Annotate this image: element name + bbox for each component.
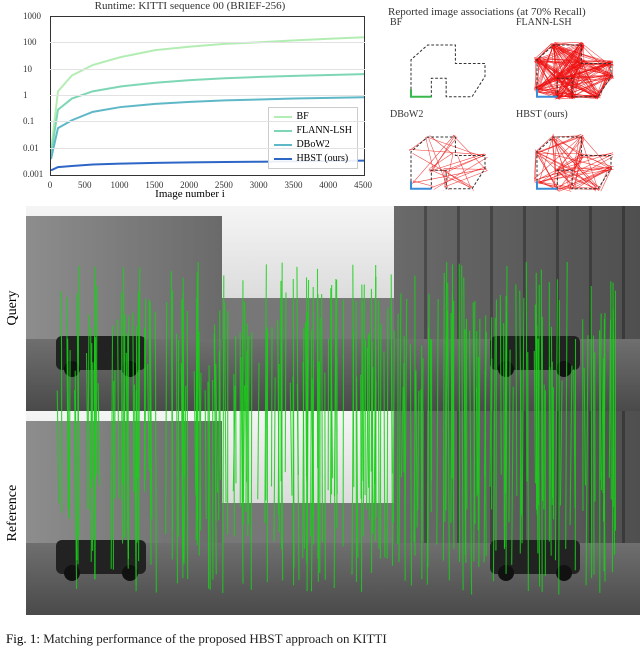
ytick: 0.1 [23,116,34,126]
figure-caption: Fig. 1: Matching performance of the prop… [6,631,634,647]
map-label: FLANN-LSH [516,17,572,28]
xtick: 1000 [111,180,129,190]
xtick: 3500 [284,180,302,190]
map-label: BF [390,17,402,28]
map-hbst-ours-: HBST (ours) [514,112,634,198]
association-maps: Reported image associations (at 70% Reca… [380,0,640,200]
map-bf: BF [388,20,508,106]
xtick: 2500 [215,180,233,190]
caption-prefix: Fig. 1: [6,631,40,646]
ytick: 0.01 [23,143,39,153]
map-flann-lsh: FLANN-LSH [514,20,634,106]
xtick: 3000 [250,180,268,190]
legend-flann: FLANN-LSH [296,124,352,138]
ytick: 1000 [23,11,41,21]
legend-dbow: DBoW2 [296,138,329,152]
ytick: 10 [23,64,32,74]
ytick: 100 [23,37,37,47]
match-image-pair: Query Reference [0,206,640,615]
runtime-chart: Runtime: KITTI sequence 00 (BRIEF-256) P… [0,0,380,200]
xtick: 1500 [145,180,163,190]
xtick: 4500 [354,180,372,190]
label-reference: Reference [0,411,26,616]
feature-correspondences [26,206,640,615]
map-dbow2: DBoW2 [388,112,508,198]
legend-hbst: HBST (ours) [296,152,348,166]
map-label: DBoW2 [390,109,423,120]
chart-title: Runtime: KITTI sequence 00 (BRIEF-256) [0,0,380,12]
ytick: 0.001 [23,169,43,179]
chart-plot-area: BF FLANN-LSH DBoW2 HBST (ours) [50,16,365,176]
caption-text: Matching performance of the proposed HBS… [40,631,387,646]
label-query: Query [0,206,26,411]
xtick: 500 [78,180,92,190]
map-label: HBST (ours) [516,109,568,120]
xtick: 2000 [180,180,198,190]
xtick: 4000 [319,180,337,190]
chart-legend: BF FLANN-LSH DBoW2 HBST (ours) [268,107,358,169]
xtick: 0 [48,180,53,190]
ytick: 1 [23,90,28,100]
maps-title: Reported image associations (at 70% Reca… [388,6,634,18]
